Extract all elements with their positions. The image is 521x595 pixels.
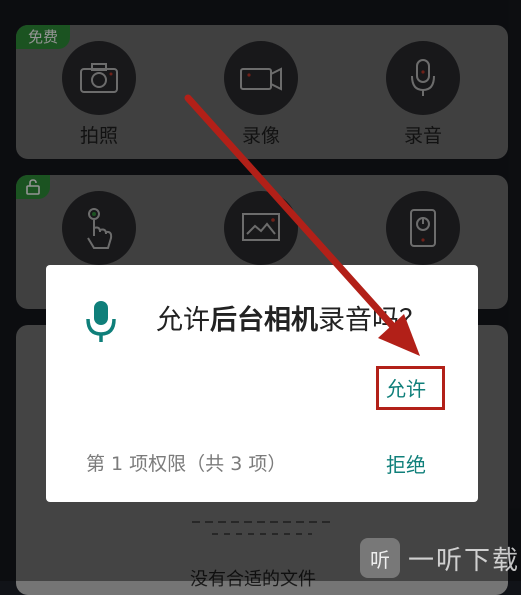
watermark-logo: 听	[360, 538, 400, 578]
watermark-text: 一听下载	[408, 545, 521, 576]
annotation-arrow	[184, 94, 420, 356]
watermark: 听 一听下载	[360, 535, 521, 581]
annotation-highlight-box	[376, 366, 445, 410]
